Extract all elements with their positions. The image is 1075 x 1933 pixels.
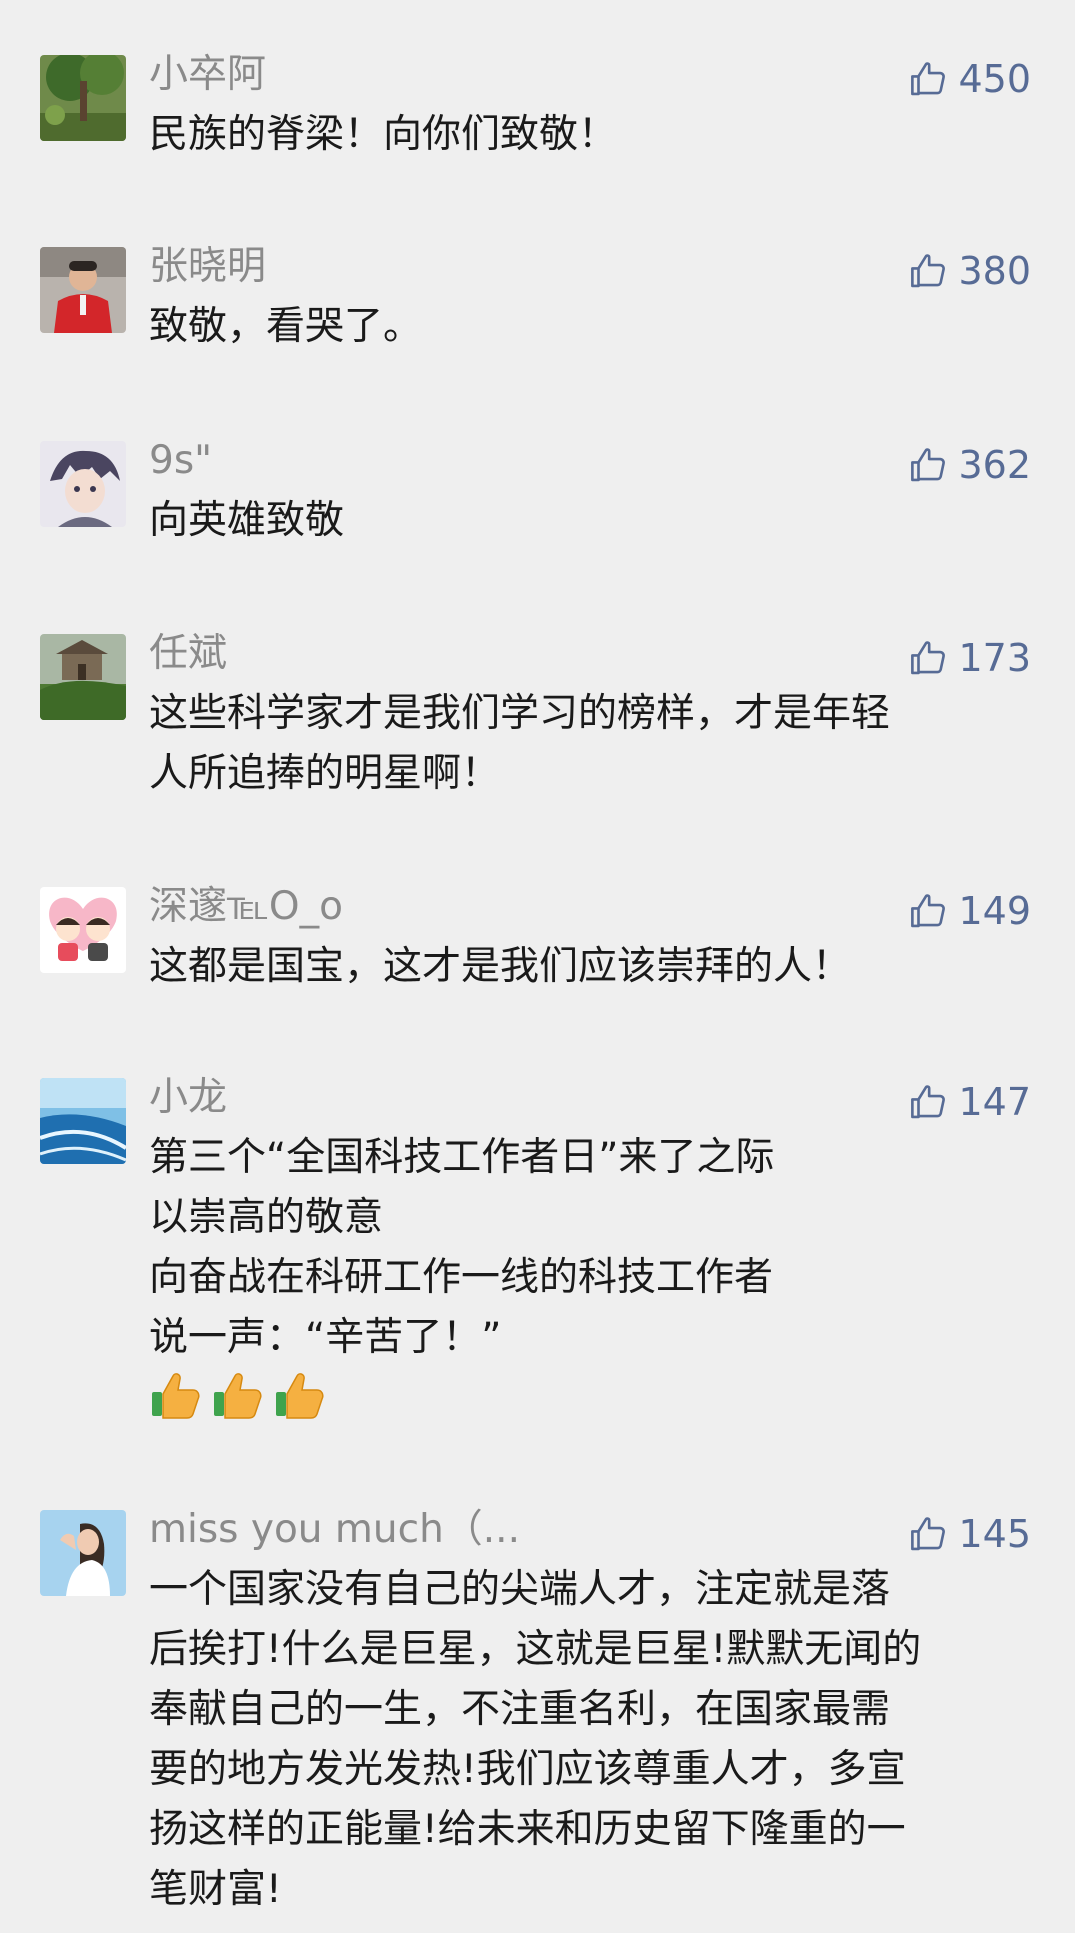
coastline-avatar [40, 1078, 126, 1164]
user-name[interactable]: 9s" [149, 433, 212, 489]
comment-list: 小卒阿 450 民族的脊梁！向你们致敬！ 张晓明 380 致敬，看哭了。 9s"… [0, 0, 1075, 1933]
comment-text: 第三个“全国科技工作者日”来了之际 以崇高的敬意 向奋战在科研工作一线的科技工作… [149, 1135, 775, 1360]
comment-text: 向英雄致敬 [149, 498, 345, 543]
avatar[interactable] [40, 1078, 126, 1164]
like-button[interactable]: 149 [908, 883, 1031, 939]
like-button[interactable]: 450 [908, 51, 1031, 107]
avatar[interactable] [40, 1510, 126, 1596]
like-button[interactable]: 380 [908, 243, 1031, 299]
comment-text: 致敬，看哭了。 [149, 304, 423, 349]
thumbs-up-outline-icon [911, 448, 946, 482]
thumbs-up-outline-icon [911, 641, 946, 675]
comment-text: 一个国家没有自己的尖端人才，注定就是落 后挨打!什么是巨星，这就是巨星!默默无闻… [149, 1567, 922, 1912]
like-count: 173 [958, 636, 1031, 680]
cartoon-couple-avatar [40, 887, 126, 973]
thumbs-up-outline-icon [911, 1085, 946, 1119]
building-landscape-avatar [40, 634, 126, 720]
girl-photo-avatar [40, 1510, 126, 1596]
like-button[interactable]: 145 [908, 1506, 1031, 1562]
man-red-jacket-avatar [40, 247, 126, 333]
thumbs-up-outline-icon [911, 254, 946, 288]
thumbs-up-emoji [214, 1373, 262, 1419]
avatar[interactable] [40, 634, 126, 720]
user-name[interactable]: 张晓明 [149, 239, 266, 295]
tree-photo-avatar [40, 55, 126, 141]
avatar[interactable] [40, 247, 126, 333]
user-name[interactable]: 小龙 [149, 1070, 227, 1126]
like-count: 380 [958, 249, 1031, 293]
comment-text: 这都是国宝，这才是我们应该崇拜的人！ [149, 944, 852, 989]
like-count: 362 [958, 443, 1031, 487]
thumbs-up-emoji [152, 1373, 200, 1419]
thumbs-up-outline-icon [911, 62, 946, 96]
like-button[interactable]: 362 [908, 437, 1031, 493]
like-count: 147 [958, 1080, 1031, 1124]
like-count: 450 [958, 57, 1031, 101]
like-button[interactable]: 147 [908, 1074, 1031, 1130]
anime-character-avatar [40, 441, 126, 527]
thumbs-up-outline-icon [911, 894, 946, 928]
user-name[interactable]: 小卒阿 [149, 47, 266, 103]
avatar[interactable] [40, 441, 126, 527]
user-name[interactable]: 深邃℡O_o [149, 879, 343, 935]
avatar[interactable] [40, 887, 126, 973]
comment-text: 民族的脊梁！向你们致敬！ [149, 112, 618, 157]
like-count: 149 [958, 889, 1031, 933]
thumbs-up-emoji [276, 1373, 324, 1419]
thumbs-up-outline-icon [911, 1517, 946, 1551]
user-name[interactable]: miss you much（... [149, 1502, 520, 1558]
emoji-row [149, 1370, 325, 1422]
like-count: 145 [958, 1512, 1031, 1556]
user-name[interactable]: 任斌 [149, 626, 227, 682]
comment-text: 这些科学家才是我们学习的榜样，才是年轻 人所追捧的明星啊！ [149, 691, 891, 796]
avatar[interactable] [40, 55, 126, 141]
like-button[interactable]: 173 [908, 630, 1031, 686]
